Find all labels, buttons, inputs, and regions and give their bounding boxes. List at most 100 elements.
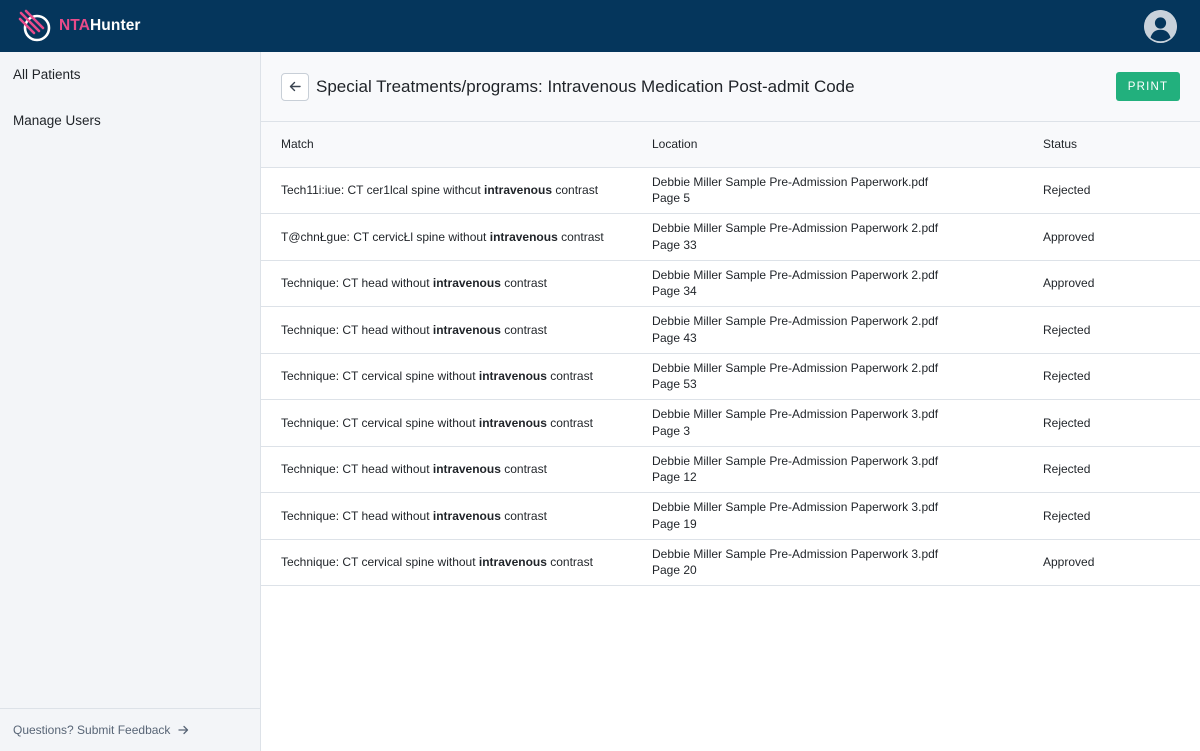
location-page: Page 43 [652, 330, 697, 345]
match-cell: Technique: CT head without intravenous c… [261, 260, 652, 307]
status-cell: Rejected [1043, 399, 1200, 447]
location-cell: Debbie Miller Sample Pre-Admission Paper… [652, 213, 1043, 261]
matches-table: Match Location Status Tech11i:iue: CT ce… [261, 122, 1200, 586]
match-cell: Technique: CT cervical spine without int… [261, 353, 652, 400]
location-file[interactable]: Debbie Miller Sample Pre-Admission Paper… [652, 499, 1043, 516]
match-suffix: contrast [500, 462, 547, 476]
print-button[interactable]: PRINT [1116, 72, 1180, 101]
match-text: Technique: CT cervical spine without int… [281, 416, 593, 430]
location-file[interactable]: Debbie Miller Sample Pre-Admission Paper… [652, 360, 1043, 377]
logo-text: NTAHunter [59, 17, 141, 35]
match-suffix: contrast [546, 369, 593, 383]
location-page: Page 5 [652, 191, 691, 206]
status-text: Rejected [1043, 508, 1091, 523]
logo-text-hunter: Hunter [90, 17, 141, 34]
match-suffix: contrast [500, 276, 547, 290]
match-keyword: intravenous [432, 322, 501, 337]
location-file[interactable]: Debbie Miller Sample Pre-Admission Paper… [652, 220, 1043, 237]
sidebar-item-manage-users[interactable]: Manage Users [0, 98, 260, 144]
match-prefix: Technique: CT head without [281, 462, 433, 476]
location-cell: Debbie Miller Sample Pre-Admission Paper… [652, 446, 1043, 493]
location-file[interactable]: Debbie Miller Sample Pre-Admission Paper… [652, 546, 1043, 563]
location-file[interactable]: Debbie Miller Sample Pre-Admission Paper… [652, 313, 1043, 330]
table-row[interactable]: Technique: CT cervical spine without int… [261, 539, 1200, 586]
match-prefix: Technique: CT head without [281, 508, 433, 523]
table-row[interactable]: Technique: CT cervical spine without int… [261, 399, 1200, 447]
sidebar-item-all-patients[interactable]: All Patients [0, 52, 260, 98]
column-header-match[interactable]: Match [261, 122, 652, 168]
match-suffix: contrast [546, 555, 593, 569]
location-cell: Debbie Miller Sample Pre-Admission Paper… [652, 492, 1043, 540]
table-row[interactable]: Tech11i:iue: CT cer1lcal spine withcut i… [261, 167, 1200, 214]
status-text: Approved [1043, 229, 1095, 244]
column-header-location[interactable]: Location [652, 122, 1043, 168]
match-suffix: contrast [500, 508, 547, 523]
match-text: Tech11i:iue: CT cer1lcal spine withcut i… [281, 183, 598, 197]
match-text: Technique: CT head without intravenous c… [281, 462, 547, 476]
status-cell: Rejected [1043, 353, 1200, 400]
match-prefix: Technique: CT cervical spine without [281, 555, 479, 569]
location-page: Page 33 [652, 237, 697, 252]
location-file[interactable]: Debbie Miller Sample Pre-Admission Paper… [652, 453, 1043, 470]
match-cell: Technique: CT head without intravenous c… [261, 306, 652, 354]
status-text: Rejected [1043, 415, 1091, 430]
location-file[interactable]: Debbie Miller Sample Pre-Admission Paper… [652, 174, 1043, 191]
match-text: Technique: CT cervical spine without int… [281, 555, 593, 569]
status-cell: Rejected [1043, 492, 1200, 540]
match-prefix: Technique: CT cervical spine without [281, 369, 479, 383]
main-content: Special Treatments/programs: Intravenous… [261, 52, 1200, 751]
location-cell: Debbie Miller Sample Pre-Admission Paper… [652, 306, 1043, 354]
logo-icon [18, 9, 51, 42]
column-header-status[interactable]: Status [1043, 122, 1200, 168]
match-text: Technique: CT head without intravenous c… [281, 509, 547, 523]
match-cell: Technique: CT cervical spine without int… [261, 399, 652, 447]
match-cell: Technique: CT head without intravenous c… [261, 446, 652, 493]
match-prefix: T@chnŁgue: CT cervicŁl spine without [281, 229, 490, 244]
table-row[interactable]: Technique: CT head without intravenous c… [261, 492, 1200, 540]
back-button[interactable] [281, 72, 309, 101]
match-keyword: intravenous [484, 183, 553, 197]
match-suffix: contrast [500, 322, 547, 337]
user-avatar[interactable] [1144, 10, 1177, 43]
match-keyword: intravenous [478, 415, 547, 430]
location-cell: Debbie Miller Sample Pre-Admission Paper… [652, 353, 1043, 400]
match-keyword: intravenous [432, 462, 501, 476]
table-header-row: Match Location Status [261, 122, 1200, 168]
arrow-right-icon [178, 723, 189, 738]
location-page: Page 53 [652, 377, 697, 392]
feedback-label: Questions? Submit Feedback [13, 723, 171, 737]
table-row[interactable]: T@chnŁgue: CT cervicŁl spine without int… [261, 213, 1200, 261]
status-text: Rejected [1043, 322, 1091, 337]
location-page: Page 20 [652, 563, 697, 578]
status-cell: Rejected [1043, 306, 1200, 354]
match-keyword: intravenous [432, 508, 501, 523]
table-row[interactable]: Technique: CT cervical spine without int… [261, 353, 1200, 400]
match-text: Technique: CT head without intravenous c… [281, 276, 547, 290]
app-logo[interactable]: NTAHunter [18, 9, 141, 43]
status-cell: Rejected [1043, 167, 1200, 214]
match-suffix: contrast [557, 229, 604, 244]
table-row[interactable]: Technique: CT head without intravenous c… [261, 260, 1200, 307]
match-text: Technique: CT cervical spine without int… [281, 369, 593, 383]
sidebar: All Patients Manage Users Questions? Sub… [0, 52, 261, 751]
match-text: Technique: CT head without intravenous c… [281, 323, 547, 337]
location-page: Page 19 [652, 516, 697, 531]
page-header: Special Treatments/programs: Intravenous… [261, 52, 1200, 122]
user-icon [1144, 10, 1177, 43]
location-cell: Debbie Miller Sample Pre-Admission Paper… [652, 167, 1043, 214]
status-cell: Rejected [1043, 446, 1200, 493]
feedback-link[interactable]: Questions? Submit Feedback [0, 708, 260, 751]
location-page: Page 34 [652, 284, 697, 299]
status-text: Approved [1043, 555, 1095, 569]
location-file[interactable]: Debbie Miller Sample Pre-Admission Paper… [652, 406, 1043, 423]
arrow-left-icon [289, 81, 301, 92]
location-file[interactable]: Debbie Miller Sample Pre-Admission Paper… [652, 267, 1043, 284]
location-page: Page 12 [652, 470, 697, 485]
match-prefix: Tech11i:iue: CT cer1lcal spine withcut [281, 183, 484, 197]
status-cell: Approved [1043, 539, 1200, 586]
table-row[interactable]: Technique: CT head without intravenous c… [261, 446, 1200, 493]
match-cell: Technique: CT cervical spine without int… [261, 539, 652, 586]
match-suffix: contrast [546, 415, 593, 430]
location-cell: Debbie Miller Sample Pre-Admission Paper… [652, 260, 1043, 307]
table-row[interactable]: Technique: CT head without intravenous c… [261, 306, 1200, 354]
